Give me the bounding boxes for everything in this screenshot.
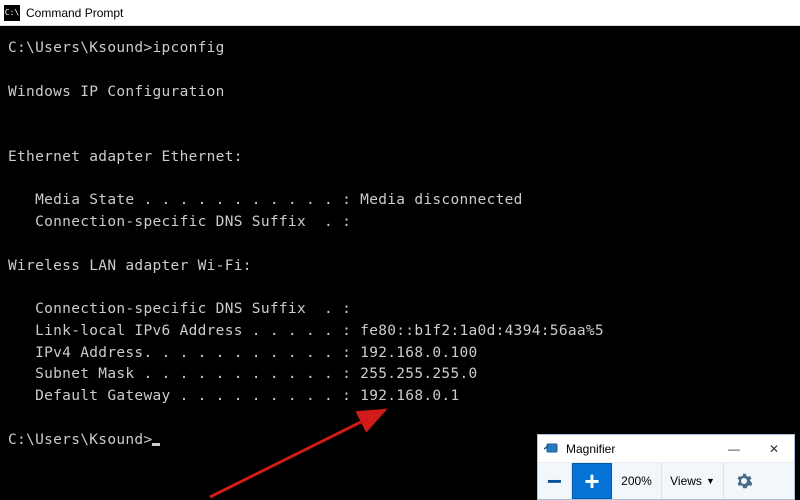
- zoom-level-label: 200%: [612, 463, 662, 499]
- output-line: Connection-specific DNS Suffix . :: [8, 214, 351, 230]
- minimize-button[interactable]: —: [714, 435, 754, 462]
- magnifier-system-buttons: — ✕: [714, 435, 794, 462]
- views-dropdown[interactable]: Views ▼: [662, 463, 724, 499]
- output-line: C:\Users\Ksound>: [8, 432, 152, 448]
- chevron-down-icon: ▼: [706, 476, 715, 486]
- output-line: Media State . . . . . . . . . . . : Medi…: [8, 192, 523, 208]
- command-prompt-window: C:\ Command Prompt C:\Users\Ksound>ipcon…: [0, 0, 800, 500]
- magnifier-toolbar: − + 200% Views ▼: [538, 463, 794, 499]
- terminal-cursor: [152, 443, 160, 446]
- output-line: Subnet Mask . . . . . . . . . . . : 255.…: [8, 366, 478, 382]
- cmd-title: Command Prompt: [26, 6, 123, 20]
- views-label: Views: [670, 474, 702, 488]
- output-line: Link-local IPv6 Address . . . . . : fe80…: [8, 323, 604, 339]
- output-line: IPv4 Address. . . . . . . . . . . : 192.…: [8, 345, 478, 361]
- cmd-titlebar[interactable]: C:\ Command Prompt: [0, 0, 800, 26]
- output-line: C:\Users\Ksound>ipconfig: [8, 40, 225, 56]
- output-line: Windows IP Configuration: [8, 84, 225, 100]
- zoom-in-button[interactable]: +: [572, 463, 612, 499]
- settings-button[interactable]: [724, 463, 764, 499]
- magnifier-title: Magnifier: [566, 442, 714, 456]
- magnifier-window[interactable]: Magnifier — ✕ − + 200% Views ▼: [537, 434, 795, 500]
- output-line: Default Gateway . . . . . . . . . : 192.…: [8, 388, 460, 404]
- output-line: Connection-specific DNS Suffix . :: [8, 301, 351, 317]
- zoom-out-button[interactable]: −: [538, 463, 572, 499]
- cmd-app-icon: C:\: [4, 5, 20, 21]
- output-line: Ethernet adapter Ethernet:: [8, 149, 243, 165]
- terminal-output[interactable]: C:\Users\Ksound>ipconfig Windows IP Conf…: [0, 26, 800, 500]
- magnifier-app-icon: [544, 442, 560, 456]
- gear-icon: [736, 473, 752, 489]
- close-button[interactable]: ✕: [754, 435, 794, 462]
- output-line: Wireless LAN adapter Wi-Fi:: [8, 258, 252, 274]
- magnifier-titlebar[interactable]: Magnifier — ✕: [538, 435, 794, 463]
